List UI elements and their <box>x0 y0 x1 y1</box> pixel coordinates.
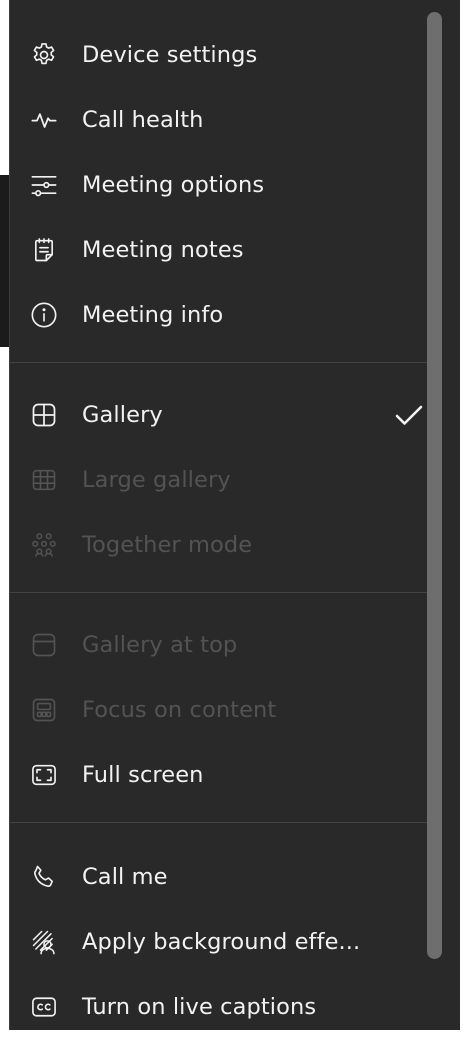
menu-divider <box>10 592 432 593</box>
pulse-icon <box>30 106 58 134</box>
focus-content-icon <box>30 696 58 724</box>
info-icon <box>30 301 58 329</box>
menu-item-gallery-at-top[interactable]: Gallery at top <box>10 615 430 675</box>
menu-item-label: Meeting options <box>82 172 265 198</box>
menu-divider <box>10 362 432 363</box>
grid-icon <box>30 401 58 429</box>
menu-item-turn-on-live-captions[interactable]: Turn on live captions <box>10 977 430 1030</box>
menu-item-together-mode[interactable]: Together mode <box>10 515 430 575</box>
notes-icon <box>30 236 58 264</box>
background-strip <box>0 1030 473 1047</box>
gallery-top-icon <box>30 631 58 659</box>
menu-item-meeting-info[interactable]: Meeting info <box>10 285 430 345</box>
menu-item-apply-background-effects[interactable]: Apply background effe... <box>10 912 430 972</box>
menu-item-label: Meeting notes <box>82 237 244 263</box>
fullscreen-icon <box>30 761 58 789</box>
menu-divider <box>10 822 432 823</box>
scrollbar-thumb[interactable] <box>427 12 442 959</box>
menu-item-focus-on-content[interactable]: Focus on content <box>10 680 430 740</box>
more-actions-menu: Device settings Call health Meeting opti… <box>9 0 460 1030</box>
menu-item-label: Call health <box>82 107 204 133</box>
menu-item-label: Call me <box>82 864 168 890</box>
sliders-icon <box>30 171 58 199</box>
menu-item-label: Gallery at top <box>82 632 238 658</box>
menu-item-label: Full screen <box>82 762 204 788</box>
menu-item-call-me[interactable]: Call me <box>10 847 430 907</box>
gear-icon <box>30 41 58 69</box>
menu-item-label: Large gallery <box>82 467 231 493</box>
phone-icon <box>30 863 58 891</box>
background-effects-icon <box>30 928 58 956</box>
menu-item-large-gallery[interactable]: Large gallery <box>10 450 430 510</box>
menu-item-label: Apply background effe... <box>82 929 361 955</box>
menu-item-device-settings[interactable]: Device settings <box>10 25 430 85</box>
menu-item-label: Together mode <box>82 532 253 558</box>
checkmark-icon <box>394 401 424 429</box>
menu-item-label: Gallery <box>82 402 163 428</box>
menu-item-label: Meeting info <box>82 302 224 328</box>
menu-item-meeting-options[interactable]: Meeting options <box>10 155 430 215</box>
large-grid-icon <box>30 466 58 494</box>
menu-item-label: Turn on live captions <box>82 994 317 1020</box>
menu-item-gallery[interactable]: Gallery <box>10 385 430 445</box>
menu-item-call-health[interactable]: Call health <box>10 90 430 150</box>
menu-item-label: Device settings <box>82 42 258 68</box>
captions-icon <box>30 993 58 1021</box>
menu-item-full-screen[interactable]: Full screen <box>10 745 430 805</box>
menu-item-label: Focus on content <box>82 697 277 723</box>
people-group-icon <box>30 531 58 559</box>
menu-item-meeting-notes[interactable]: Meeting notes <box>10 220 430 280</box>
